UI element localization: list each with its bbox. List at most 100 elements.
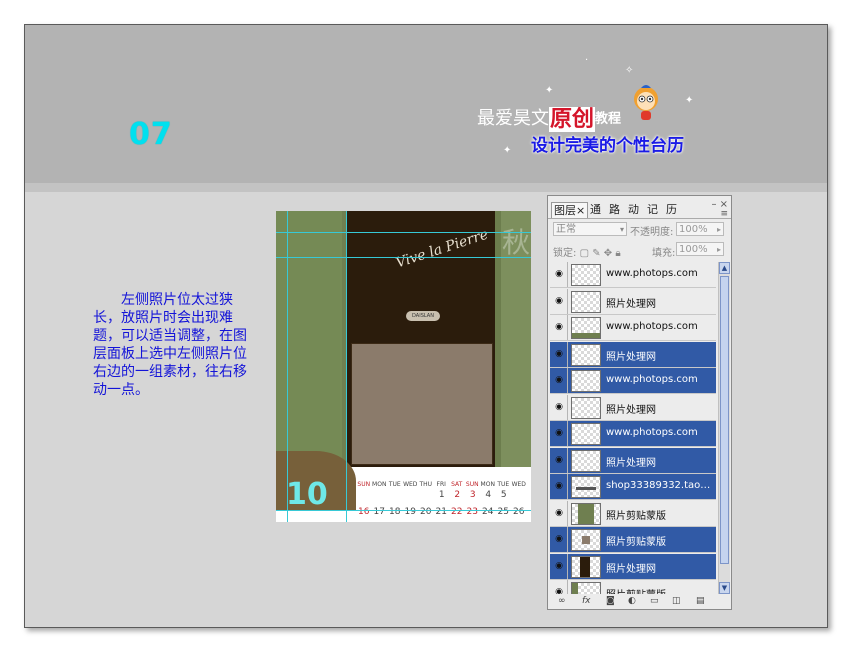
center-photo-slot[interactable] xyxy=(351,343,493,465)
layer-thumbnail[interactable] xyxy=(571,264,601,286)
scroll-down-icon[interactable]: ▼ xyxy=(719,582,730,594)
layer-row[interactable]: ◉ 照片剪贴蒙版 xyxy=(550,500,716,527)
date: 5 xyxy=(500,490,507,500)
visibility-eye-icon[interactable]: ◉ xyxy=(552,480,566,492)
visibility-eye-icon[interactable]: ◉ xyxy=(552,427,566,439)
weekday: SUN xyxy=(465,481,479,488)
layer-thumbnail[interactable] xyxy=(571,502,601,525)
folder-icon[interactable]: ▭ xyxy=(650,596,659,606)
date: 24 xyxy=(482,507,494,517)
thumbnail-content xyxy=(576,487,596,490)
scroll-up-icon[interactable]: ▲ xyxy=(719,262,730,274)
guide-line-horizontal[interactable] xyxy=(276,510,531,511)
lock-transparency-icon[interactable]: ▢ xyxy=(580,248,589,259)
layer-thumbnail[interactable] xyxy=(571,317,601,339)
layer-row[interactable]: ◉ www.photops.com xyxy=(550,368,716,394)
fill-label: 填充: xyxy=(652,248,676,259)
mask-icon[interactable]: ◙ xyxy=(606,596,615,606)
layer-row[interactable]: ◉ 照片剪贴蒙版 xyxy=(550,527,716,553)
layer-row[interactable]: ◉ 照片处理网 xyxy=(550,394,716,421)
panel-bottom-bar: ∞ fx ◙ ◐ ▭ ◫ ▤ xyxy=(548,596,731,609)
layer-thumbnail[interactable] xyxy=(571,290,601,313)
lock-position-icon[interactable]: ✥ xyxy=(604,248,612,259)
tab-actions[interactable]: 动 xyxy=(628,202,639,217)
adjustment-icon[interactable]: ◐ xyxy=(628,596,636,606)
layer-row[interactable]: ◉ shop33389332.taoba... xyxy=(550,474,716,500)
tab-history-log[interactable]: 记 xyxy=(647,202,658,217)
tab-channels[interactable]: 通 xyxy=(590,202,601,217)
lock-label: 锁定: xyxy=(553,248,577,259)
link-icon[interactable]: ∞ xyxy=(558,596,566,606)
layer-row[interactable]: ◉ 照片处理网 xyxy=(550,341,716,368)
guide-line-horizontal[interactable] xyxy=(276,257,531,258)
layer-thumbnail[interactable] xyxy=(571,423,601,445)
layer-thumbnail[interactable] xyxy=(571,476,601,498)
lock-image-icon[interactable]: ✎ xyxy=(592,248,600,259)
visibility-eye-icon[interactable]: ◉ xyxy=(552,533,566,545)
layer-name: 照片处理网 xyxy=(606,298,656,310)
visibility-eye-icon[interactable]: ◉ xyxy=(552,507,566,519)
layer-thumbnail[interactable] xyxy=(571,343,601,366)
visibility-eye-icon[interactable]: ◉ xyxy=(552,454,566,466)
guide-line-horizontal[interactable] xyxy=(276,232,531,233)
visibility-eye-icon[interactable]: ◉ xyxy=(552,401,566,413)
blend-mode-value: 正常 xyxy=(556,224,576,235)
layer-row[interactable]: ◉ www.photops.com xyxy=(550,315,716,341)
row-divider xyxy=(567,447,568,473)
tab-layers[interactable]: 图层× xyxy=(551,202,589,218)
layer-row[interactable]: ◉ www.photops.com xyxy=(550,262,716,288)
layer-thumbnail[interactable] xyxy=(571,449,601,472)
lock-all-icon[interactable]: 🔒︎ xyxy=(615,248,620,259)
sparkle-icon: · xyxy=(585,55,589,66)
layer-thumbnail[interactable] xyxy=(571,555,601,578)
layer-thumbnail[interactable] xyxy=(571,529,601,551)
tutorial-frame: 07 ✦ ✧ ✦ ✧ ✦ · 最爱昊文原创教程 设计完美的个性台历 左侧照片位太… xyxy=(24,24,828,628)
tab-close-icon[interactable]: × xyxy=(576,204,585,217)
layer-row[interactable]: ◉ www.photops.com xyxy=(550,421,716,447)
tab-paths[interactable]: 路 xyxy=(609,202,620,217)
fx-icon[interactable]: fx xyxy=(582,596,591,606)
visibility-eye-icon[interactable]: ◉ xyxy=(552,348,566,360)
brand-logo: 最爱昊文原创教程 xyxy=(477,101,621,132)
date: 23 xyxy=(466,507,478,517)
fill-field[interactable]: 100% ▸ xyxy=(676,242,724,256)
layer-row[interactable]: ◉ 照片处理网 xyxy=(550,288,716,315)
layer-name: 照片处理网 xyxy=(606,563,656,575)
layer-thumbnail[interactable] xyxy=(571,396,601,419)
panel-menu-icon[interactable]: ≡ xyxy=(720,209,728,219)
layer-thumbnail[interactable] xyxy=(571,370,601,392)
row-divider xyxy=(567,500,568,526)
blend-mode-select[interactable]: 正常 ▾ xyxy=(553,222,627,236)
layer-thumbnail[interactable] xyxy=(571,582,601,594)
tab-history[interactable]: 历 xyxy=(666,202,677,217)
trash-icon[interactable]: ▤ xyxy=(696,596,705,606)
date-row-2: 16 17 18 19 20 21 22 23 24 25 26 xyxy=(356,507,527,517)
visibility-eye-icon[interactable]: ◉ xyxy=(552,268,566,280)
visibility-eye-icon[interactable]: ◉ xyxy=(552,560,566,572)
layer-row[interactable]: ◉ 照片处理网 xyxy=(550,447,716,474)
visibility-eye-icon[interactable]: ◉ xyxy=(552,321,566,333)
left-photo-slot[interactable] xyxy=(276,211,342,467)
visibility-eye-icon[interactable]: ◉ xyxy=(552,586,566,594)
visibility-eye-icon[interactable]: ◉ xyxy=(552,374,566,386)
row-divider xyxy=(567,368,568,393)
date: 1 xyxy=(438,490,445,500)
layer-name: 照片处理网 xyxy=(606,404,656,416)
row-divider xyxy=(567,394,568,420)
date: 17 xyxy=(373,507,385,517)
scroll-thumb[interactable] xyxy=(720,276,729,564)
row-divider xyxy=(567,474,568,499)
layer-name: www.photops.com xyxy=(606,427,698,438)
layers-panel: 图层× 通 路 动 记 历 – × ≡ 正常 ▾ 不透明度: 100% ▸ 锁定… xyxy=(547,195,732,610)
document-canvas[interactable]: 秋 Vive la Pierre DAISLAN 10 SUN MON TUE WED… xyxy=(276,211,531,522)
sparkle-icon: ✧ xyxy=(625,65,634,76)
layers-scrollbar[interactable]: ▲ ▼ xyxy=(718,262,730,594)
brand-part2: 原创 xyxy=(549,107,596,132)
layer-row[interactable]: ◉ 照片处理网 xyxy=(550,553,716,580)
new-layer-icon[interactable]: ◫ xyxy=(672,596,681,606)
opacity-field[interactable]: 100% ▸ xyxy=(676,222,724,236)
date: 4 xyxy=(485,490,492,500)
panel-tabs: 图层× 通 路 动 记 历 – × ≡ xyxy=(548,199,731,219)
layer-row[interactable]: ◉ 照片剪贴蒙版 xyxy=(550,580,716,594)
visibility-eye-icon[interactable]: ◉ xyxy=(552,295,566,307)
